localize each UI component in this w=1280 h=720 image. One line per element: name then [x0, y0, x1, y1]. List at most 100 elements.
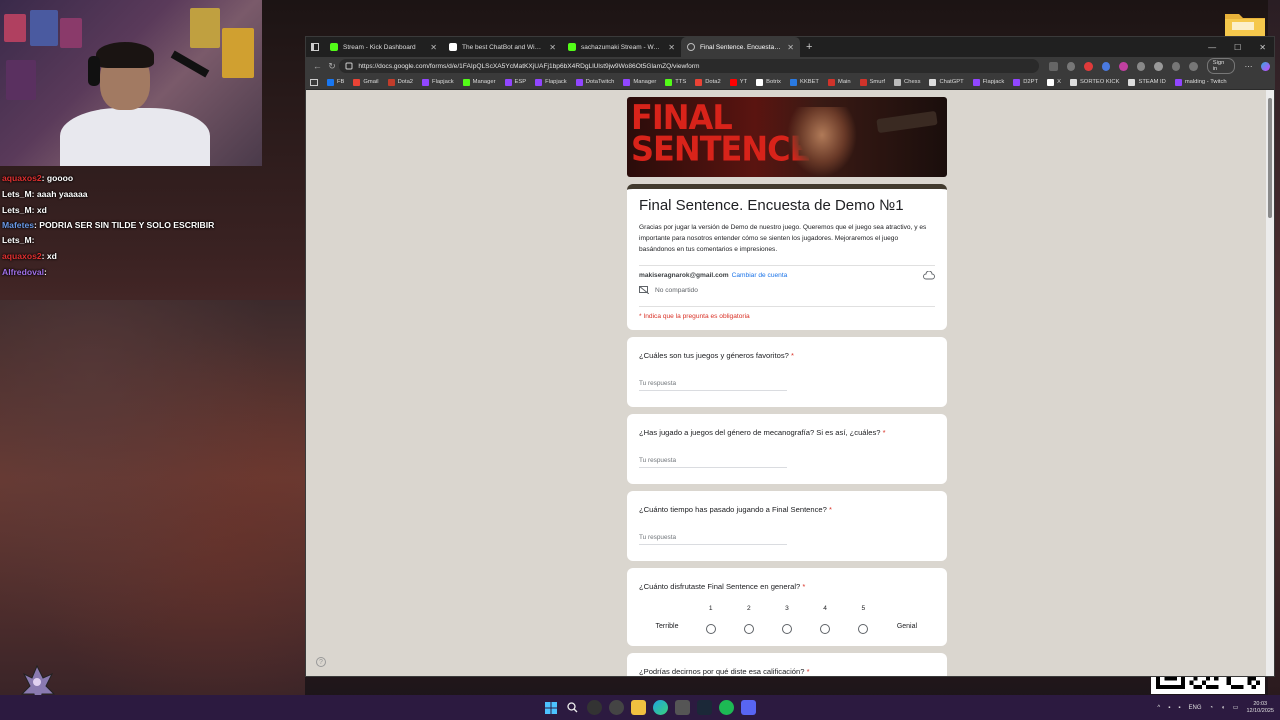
volume-icon[interactable]: ◖	[1221, 705, 1225, 711]
close-tab-icon[interactable]: ✕	[668, 43, 675, 52]
tab-label: sachazumaki Stream - Watch Li...	[581, 43, 663, 51]
bookmark-item[interactable]: Flapjack	[422, 78, 454, 86]
refresh-icon[interactable]: ↻	[325, 61, 340, 72]
tray-app-icon[interactable]: ▪	[1168, 705, 1170, 711]
scale-radio[interactable]	[705, 624, 716, 634]
bookmark-item[interactable]: ESP	[504, 78, 526, 86]
chat-message: Mafetes: PODRIA SER SIN TILDE Y SOLO ESC…	[2, 218, 292, 232]
back-icon[interactable]: ←	[310, 61, 325, 71]
bookmark-item[interactable]: Dota2	[387, 78, 413, 86]
start-icon[interactable]	[543, 700, 558, 715]
bookmark-icon	[535, 78, 543, 86]
extension-red-icon[interactable]	[1084, 61, 1093, 71]
bookmark-item[interactable]: Dota2	[695, 78, 721, 86]
bookmark-item[interactable]: Gmail	[353, 78, 379, 86]
close-window-button[interactable]: ✕	[1259, 43, 1266, 52]
bookmark-item[interactable]: Manager	[623, 78, 657, 86]
maximize-button[interactable]: ☐	[1234, 43, 1241, 52]
bookmark-item[interactable]: TTS	[665, 78, 686, 86]
question-card: ¿Cuánto tiempo has pasado jugando a Fina…	[627, 491, 947, 561]
bookmark-item[interactable]: YT	[729, 78, 747, 86]
bookmark-label: Main	[837, 79, 851, 85]
language-indicator[interactable]: ENG	[1189, 705, 1202, 711]
bookmark-item[interactable]: Main	[827, 78, 851, 86]
bookmark-item[interactable]: DotaTwitch	[575, 78, 614, 86]
scale-radio[interactable]	[820, 624, 831, 634]
site-info-icon[interactable]	[345, 62, 353, 70]
extension-gray-icon[interactable]	[1136, 61, 1146, 71]
scale-radio[interactable]	[858, 624, 869, 634]
close-tab-icon[interactable]: ✕	[549, 43, 556, 52]
answer-input[interactable]: Tu respuesta	[639, 380, 787, 391]
edge-icon[interactable]	[653, 700, 668, 715]
window-controls: — ☐ ✕	[1208, 37, 1270, 57]
tray-chevron-icon[interactable]: ^	[1157, 705, 1160, 711]
bookmark-item[interactable]: KKBET	[789, 78, 819, 86]
url-field[interactable]: https://docs.google.com/forms/d/e/1FAIpQ…	[339, 59, 1040, 73]
bookmark-label: KKBET	[799, 79, 819, 85]
discord-icon[interactable]	[741, 700, 756, 715]
bookmark-icon	[422, 78, 430, 86]
bookmarks-folder-icon[interactable]	[310, 78, 318, 86]
bookmark-icon	[665, 78, 673, 86]
answer-input[interactable]: Tu respuesta	[639, 457, 787, 468]
battery-icon[interactable]: ▭	[1233, 704, 1239, 711]
close-tab-icon[interactable]: ✕	[787, 43, 794, 52]
bookmark-item[interactable]: D2PT	[1013, 78, 1038, 86]
bookmark-item[interactable]: SORTEO KICK	[1069, 78, 1119, 86]
steam-icon[interactable]	[697, 700, 712, 715]
tab-1[interactable]: The best ChatBot and Widgets for ✕	[443, 37, 562, 57]
scale-radio[interactable]	[743, 624, 754, 634]
tab-0[interactable]: Stream - Kick Dashboard ✕	[324, 37, 443, 57]
answer-input[interactable]: Tu respuesta	[639, 534, 787, 545]
sign-in-button[interactable]: Sign in	[1206, 58, 1236, 74]
address-bar: ← ↻ https://docs.google.com/forms/d/e/1F…	[306, 57, 1274, 75]
read-aloud-icon[interactable]	[1049, 61, 1058, 71]
bookmark-item[interactable]: Chess	[894, 78, 920, 86]
app-icon[interactable]	[609, 700, 624, 715]
bookmark-item[interactable]: X	[1047, 78, 1061, 86]
bookmark-icon	[929, 78, 937, 86]
bookmark-item[interactable]: ChatGPT	[929, 78, 964, 86]
more-menu-icon[interactable]: ⋯	[1244, 62, 1252, 71]
page-scrollbar[interactable]	[1266, 90, 1274, 676]
folder-icon[interactable]	[1224, 10, 1266, 38]
favorite-icon[interactable]	[1066, 61, 1076, 71]
kick-icon	[330, 43, 338, 51]
clock[interactable]: 20:03 12/10/2025	[1246, 701, 1274, 715]
new-tab-button[interactable]: +	[800, 41, 818, 53]
bookmark-item[interactable]: Botrix	[756, 78, 781, 86]
tray-app-icon-2[interactable]: ▪	[1178, 705, 1180, 711]
bookmark-item[interactable]: malding - Twitch	[1174, 78, 1227, 86]
copilot-icon[interactable]	[1261, 61, 1270, 71]
required-note: * Indica que la pregunta es obligatoria	[639, 306, 935, 320]
scale-number: 5	[861, 605, 866, 612]
search-icon[interactable]	[565, 700, 580, 715]
extensions-icon[interactable]	[1154, 61, 1163, 71]
bookmark-item[interactable]: Manager	[462, 78, 496, 86]
scale-radio[interactable]	[781, 624, 792, 634]
extension-blue-icon[interactable]	[1101, 61, 1111, 71]
extension-pink-icon[interactable]	[1119, 61, 1128, 71]
bookmark-item[interactable]: Flapjack	[535, 78, 567, 86]
wifi-icon[interactable]: ◔	[1210, 705, 1214, 711]
help-icon[interactable]: ?	[316, 657, 326, 667]
tab-3[interactable]: Final Sentence. Encuesta de Dem... ✕	[681, 37, 800, 57]
bookmark-label: Manager	[633, 79, 657, 85]
obs-icon[interactable]	[587, 700, 602, 715]
file-explorer-icon[interactable]	[631, 700, 646, 715]
chat-app-icon[interactable]	[675, 700, 690, 715]
tab-2[interactable]: sachazumaki Stream - Watch Li... ✕	[562, 37, 681, 57]
close-tab-icon[interactable]: ✕	[430, 43, 437, 52]
bookmark-icon	[859, 78, 867, 86]
bookmark-item[interactable]: FB	[327, 78, 344, 86]
bookmark-item[interactable]: STEAM ID	[1128, 78, 1166, 86]
minimize-button[interactable]: —	[1208, 43, 1216, 52]
split-screen-icon[interactable]	[1171, 61, 1181, 71]
switch-account-link[interactable]: Cambiar de cuenta	[732, 272, 788, 279]
bookmark-item[interactable]: Flapjack	[972, 78, 1004, 86]
history-icon[interactable]	[1189, 61, 1198, 71]
spotify-icon[interactable]	[719, 700, 734, 715]
bookmark-item[interactable]: Smurf	[859, 78, 885, 86]
tab-actions-icon[interactable]	[306, 37, 324, 57]
